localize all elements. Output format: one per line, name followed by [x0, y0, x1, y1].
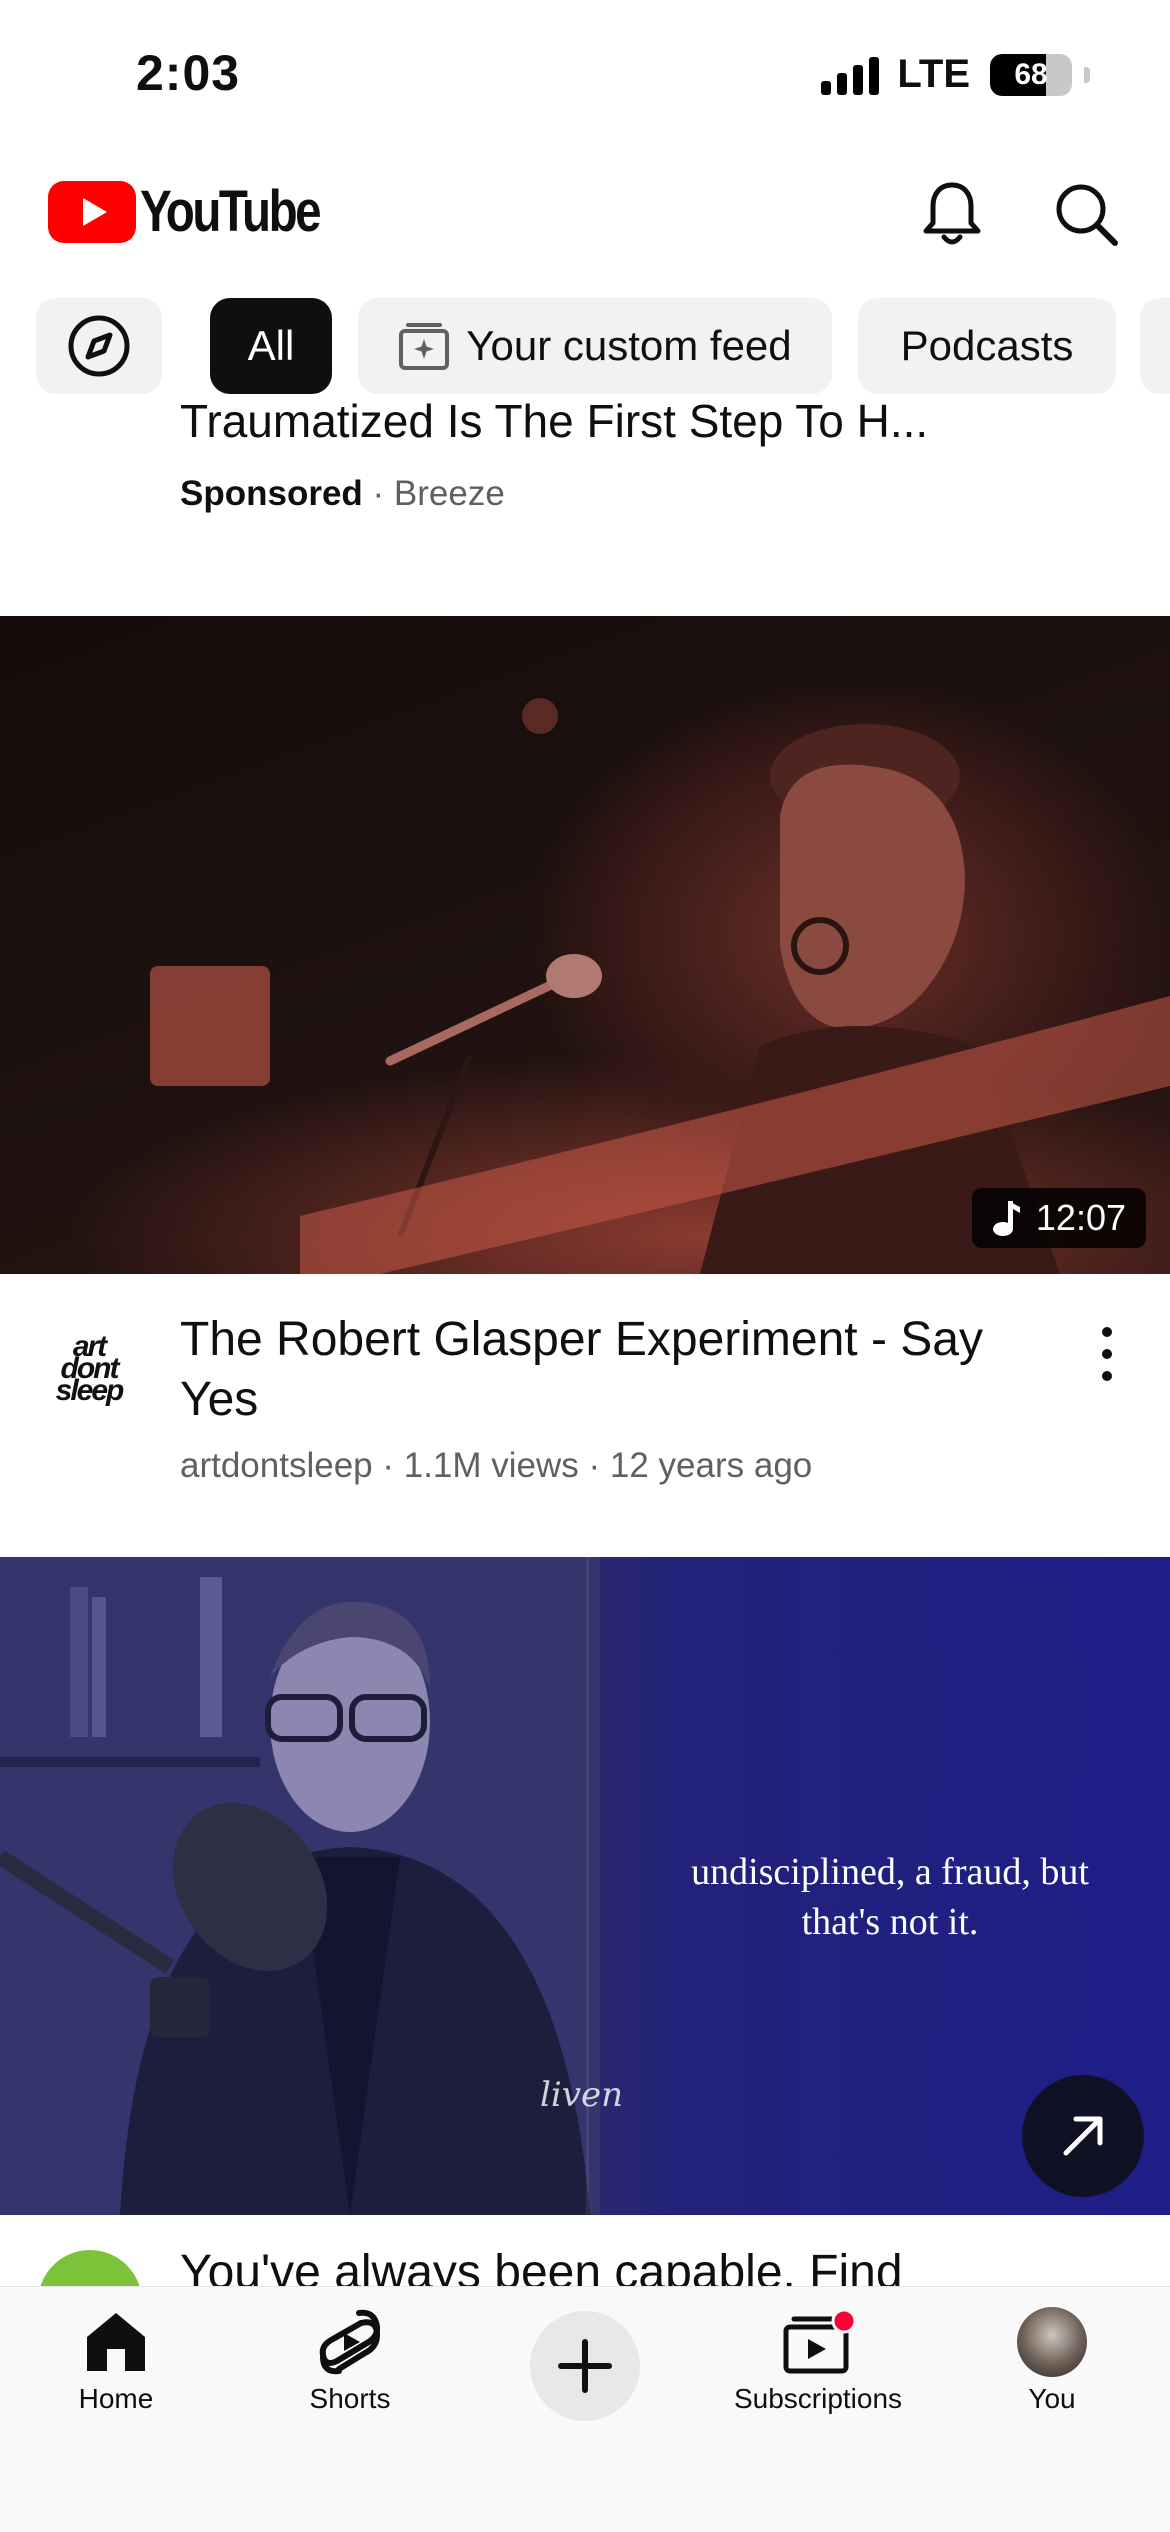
create-button[interactable] — [530, 2311, 640, 2421]
chip-podcasts[interactable]: Podcasts — [858, 298, 1116, 394]
bell-icon[interactable] — [912, 174, 992, 254]
shorts-icon — [319, 2309, 381, 2375]
video-thumbnail-2[interactable]: undisciplined, a fraud, but that's not i… — [0, 1557, 1170, 2215]
chip-all[interactable]: All — [210, 298, 332, 394]
app-header: YouTube — [0, 150, 1170, 270]
signal-icon — [821, 55, 880, 95]
sponsored-meta: Sponsored · Breeze — [180, 474, 505, 514]
chip-more[interactable] — [1140, 298, 1170, 394]
plus-icon — [558, 2339, 612, 2393]
youtube-logo[interactable]: YouTube — [48, 178, 358, 245]
overlay-quote: undisciplined, a fraud, but that's not i… — [691, 1851, 1089, 1943]
music-note-icon — [992, 1201, 1020, 1236]
explore-chip[interactable] — [36, 298, 162, 394]
podcast-guest-image — [0, 1557, 600, 2215]
search-icon[interactable] — [1046, 174, 1126, 254]
nav-shorts[interactable]: Shorts — [250, 2307, 450, 2415]
status-indicators: LTE 68 — [821, 52, 1090, 97]
battery-percent: 68 — [1014, 57, 1048, 91]
duration-text: 12:07 — [1035, 1197, 1126, 1238]
nav-shorts-label: Shorts — [309, 2383, 391, 2414]
network-type: LTE — [897, 52, 970, 96]
more-options-icon[interactable] — [1092, 1314, 1122, 1394]
video-info[interactable]: art dont sleep The Robert Glasper Experi… — [0, 1274, 1170, 1557]
chip-custom-feed-label: Your custom feed — [466, 322, 792, 369]
nav-subscriptions-label: Subscriptions — [733, 2383, 903, 2414]
watermark-liven: liven — [540, 2075, 623, 2115]
battery-icon: 68 — [990, 53, 1072, 96]
filter-chips: All Your custom feed Podcasts — [0, 298, 1170, 396]
nav-home-label: Home — [78, 2383, 154, 2414]
arrow-up-right-icon — [1063, 2116, 1103, 2156]
sponsored-label: Sponsored — [180, 474, 363, 513]
video-meta: artdontsleep · 1.1M views · 12 years ago — [180, 1446, 813, 1485]
chip-custom-feed[interactable]: Your custom feed — [358, 298, 832, 394]
status-bar: 2:03 LTE 68 — [0, 0, 1170, 150]
concert-scene-image — [150, 698, 1170, 1274]
nav-you[interactable]: You — [952, 2307, 1152, 2415]
custom-feed-icon — [399, 323, 450, 370]
youtube-play-icon — [48, 180, 136, 243]
status-time: 2:03 — [136, 45, 241, 101]
bottom-navigation: Home Shorts Subscriptions You — [0, 2286, 1170, 2532]
youtube-wordmark: YouTube — [140, 179, 322, 244]
subscriptions-icon — [783, 2308, 856, 2374]
advertiser-name: Breeze — [393, 474, 505, 513]
split-divider — [586, 1557, 589, 2215]
external-link-button[interactable] — [1022, 2075, 1144, 2197]
meta-separator: · — [372, 474, 394, 513]
battery-tip — [1084, 66, 1090, 83]
home-icon — [87, 2313, 145, 2371]
nav-you-label: You — [1028, 2383, 1076, 2414]
video-title: The Robert Glasper Experiment - Say Yes — [180, 1313, 983, 1426]
duration-badge: 12:07 — [971, 1188, 1146, 1248]
compass-icon — [68, 315, 130, 377]
video-thumbnail[interactable]: 12:07 — [0, 616, 1170, 1274]
nav-subscriptions[interactable]: Subscriptions — [718, 2307, 918, 2415]
avatar — [1017, 2307, 1087, 2377]
sponsored-title: Traumatized Is The First Step To H... — [180, 396, 929, 447]
nav-home[interactable]: Home — [16, 2307, 216, 2415]
channel-avatar[interactable]: art dont sleep — [46, 1326, 132, 1412]
sponsored-item[interactable]: Traumatized Is The First Step To H... Sp… — [0, 396, 1170, 616]
